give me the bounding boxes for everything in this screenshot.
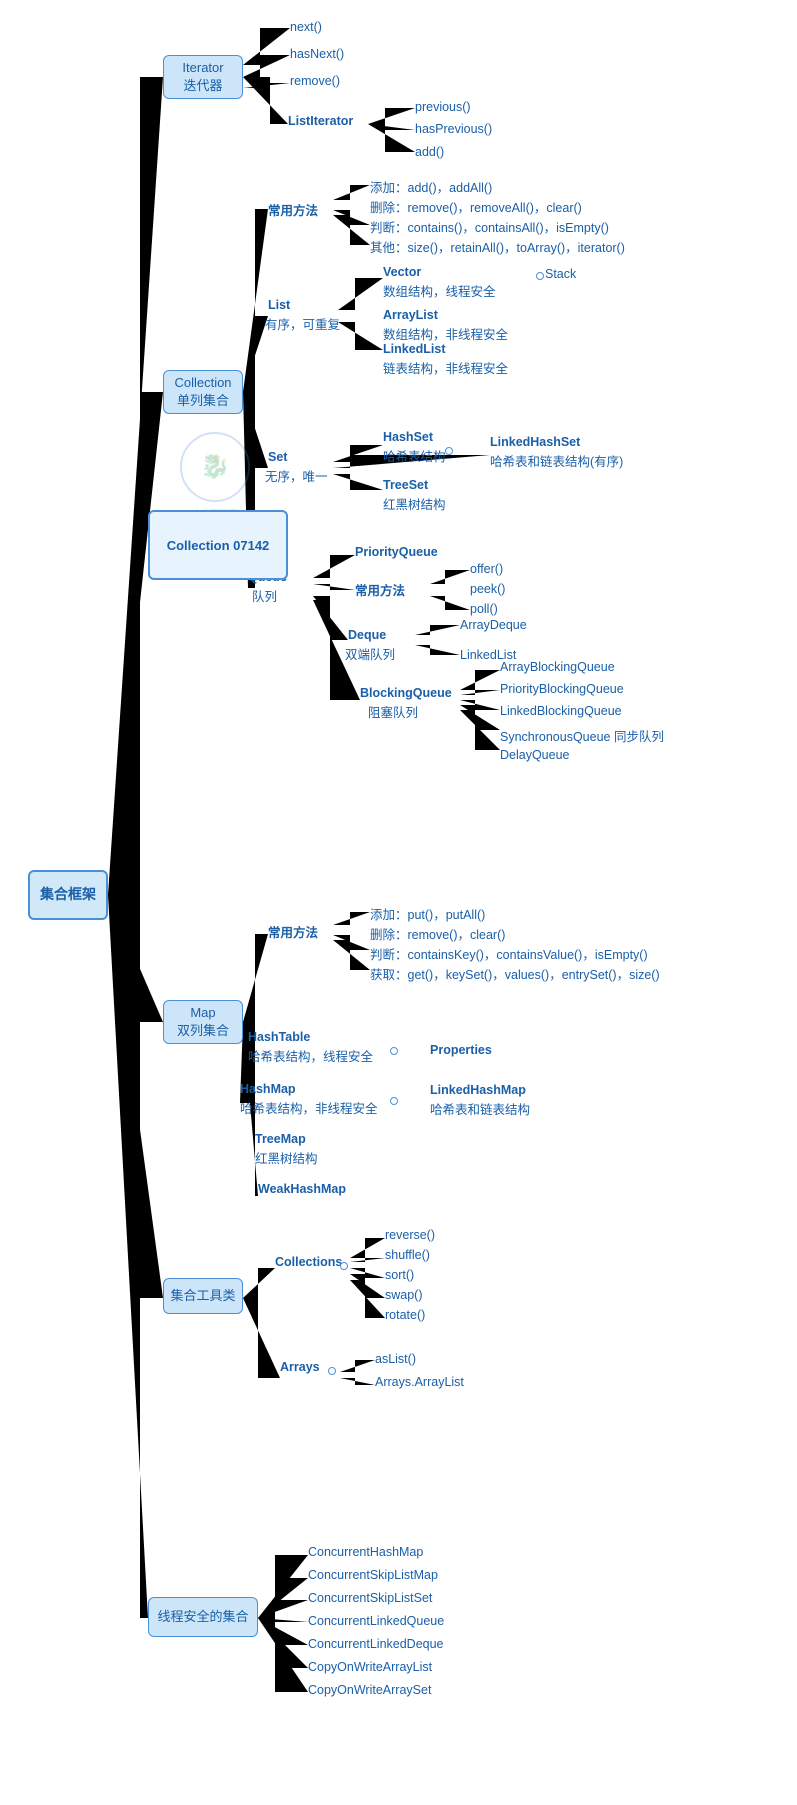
map-get-desc: 获取：get()，keySet()，values()，entrySet()，si… — [370, 964, 660, 983]
map-put-desc: 添加：put()，putAll() — [370, 904, 485, 923]
hashtable-desc: 哈希表结构，线程安全 — [248, 1046, 373, 1065]
copyonwritearraylist-node: CopyOnWriteArrayList — [308, 1660, 432, 1674]
linkedlist-node: LinkedList — [383, 342, 446, 356]
collections-node: Collections — [275, 1255, 342, 1269]
hasprevious-method: hasPrevious() — [415, 122, 492, 136]
hashset-desc: 哈希表结构 — [383, 446, 446, 465]
hashtable-node: HashTable — [248, 1030, 310, 1044]
swap-method: swap() — [385, 1288, 423, 1302]
hasnext-method: hasNext() — [290, 47, 344, 61]
arrays-circle — [328, 1367, 336, 1375]
tool-node: 集合工具类 — [163, 1278, 243, 1314]
list-node: List — [268, 298, 290, 312]
size-method-desc: 其他：size()，retainAll()，toArray()，iterator… — [370, 237, 625, 256]
map-label: Map双列集合 — [177, 1004, 229, 1040]
listiterator-node: ListIterator — [288, 114, 353, 128]
collection-label: Collection单列集合 — [174, 374, 231, 410]
arrayblockingqueue-node: ArrayBlockingQueue — [500, 660, 615, 674]
hashmap-node: HashMap — [240, 1082, 296, 1096]
deque-desc: 双端队列 — [345, 644, 395, 663]
contains-method-desc: 判断：contains()，containsAll()，isEmpty() — [370, 217, 609, 236]
sort-method: sort() — [385, 1268, 414, 1282]
blockingqueue-desc: 阻塞队列 — [368, 702, 418, 721]
peek-method: peek() — [470, 582, 505, 596]
list-desc: 有序，可重复 — [265, 314, 340, 333]
vector-node: Vector — [383, 265, 421, 279]
linkedblockingqueue-node: LinkedBlockingQueue — [500, 704, 622, 718]
hashtable-circle — [390, 1047, 398, 1055]
remove-method: remove() — [290, 74, 340, 88]
vector-stack-circle — [536, 272, 544, 280]
hashmap-circle — [390, 1097, 398, 1105]
add-method-desc: 添加：add()，addAll() — [370, 177, 492, 196]
main-node: 集合框架 — [28, 870, 108, 920]
queue-common-methods-label: 常用方法 — [355, 580, 405, 599]
map-contains-desc: 判断：containsKey()，containsValue()，isEmpty… — [370, 944, 648, 963]
treeset-node: TreeSet — [383, 478, 428, 492]
hashset-node: HashSet — [383, 430, 433, 444]
iterator-node: Iterator迭代器 — [163, 55, 243, 99]
map-node: Map双列集合 — [163, 1000, 243, 1044]
concurrentskiplistset-node: ConcurrentSkipListSet — [308, 1591, 432, 1605]
map-common-methods-label: 常用方法 — [268, 922, 318, 941]
priorityqueue-node: PriorityQueue — [355, 545, 438, 559]
treemap-node: TreeMap — [255, 1132, 306, 1146]
collection-node: Collection单列集合 — [163, 370, 243, 414]
arrays-arraylist-node: Arrays.ArrayList — [375, 1375, 464, 1389]
concurrent-label: 线程安全的集合 — [157, 1608, 248, 1626]
arraylist-desc: 数组结构，非线程安全 — [383, 324, 508, 343]
previous-method: previous() — [415, 100, 471, 114]
linkedhashset-node: LinkedHashSet — [490, 435, 580, 449]
remove-method-desc: 删除：remove()，removeAll()，clear() — [370, 197, 582, 216]
linkedhashmap-desc: 哈希表和链表结构 — [430, 1099, 530, 1118]
concurrenthashmap-node: ConcurrentHashMap — [308, 1545, 423, 1559]
linkedhashset-desc: 哈希表和链表结构(有序) — [490, 451, 623, 470]
aslist-method: asList() — [375, 1352, 416, 1366]
offer-method: offer() — [470, 562, 503, 576]
map-remove-desc: 删除：remove()，clear() — [370, 924, 505, 943]
treeset-desc: 红黑树结构 — [383, 494, 446, 513]
collection-common-methods-label: 常用方法 — [268, 200, 318, 219]
linkedlist-desc: 链表结构，非线程安全 — [383, 358, 508, 377]
next-method: next() — [290, 20, 322, 34]
vector-desc: 数组结构，线程安全 — [383, 281, 496, 300]
treemap-desc: 红黑树结构 — [255, 1148, 318, 1167]
concurrentlinkeddeque-node: ConcurrentLinkedDeque — [308, 1637, 444, 1651]
priorityblockingqueue-node: PriorityBlockingQueue — [500, 682, 624, 696]
deque-node: Deque — [348, 628, 386, 642]
tool-label: 集合工具类 — [170, 1287, 235, 1305]
copyonwritearrayset-node: CopyOnWriteArraySet — [308, 1683, 431, 1697]
mind-map: 集合框架 Iterator迭代器 next() hasNext() remove… — [0, 0, 797, 1805]
arraylist-node: ArrayList — [383, 308, 438, 322]
collections-circle — [340, 1262, 348, 1270]
properties-node: Properties — [430, 1043, 492, 1057]
hashmap-desc: 哈希表结构，非线程安全 — [240, 1098, 378, 1117]
stack-node: Stack — [545, 267, 576, 281]
add-method: add() — [415, 145, 444, 159]
poll-method: poll() — [470, 602, 498, 616]
concurrentskiplistmap-node: ConcurrentSkipListMap — [308, 1568, 438, 1582]
watermark-logo: 🐉 — [180, 432, 250, 502]
collection-id-text: Collection 07142 — [167, 538, 270, 553]
queue-desc: 队列 — [252, 586, 277, 605]
delayqueue-node: DelayQueue — [500, 748, 570, 762]
blockingqueue-node: BlockingQueue — [360, 686, 452, 700]
rotate-method: rotate() — [385, 1308, 425, 1322]
concurrent-node: 线程安全的集合 — [148, 1597, 258, 1637]
arrays-node: Arrays — [280, 1360, 320, 1374]
reverse-method: reverse() — [385, 1228, 435, 1242]
hashset-circle — [445, 447, 453, 455]
linkedhashmap-node: LinkedHashMap — [430, 1083, 526, 1097]
synchronousqueue-node: SynchronousQueue 同步队列 — [500, 726, 664, 745]
main-node-label: 集合框架 — [40, 885, 96, 905]
arraydeque-node: ArrayDeque — [460, 618, 527, 632]
shuffle-method: shuffle() — [385, 1248, 430, 1262]
collection-badge: Collection 07142 — [148, 510, 288, 580]
iterator-label: Iterator迭代器 — [182, 59, 223, 95]
weakhashmap-node: WeakHashMap — [258, 1182, 346, 1196]
concurrentlinkedqueue-node: ConcurrentLinkedQueue — [308, 1614, 444, 1628]
